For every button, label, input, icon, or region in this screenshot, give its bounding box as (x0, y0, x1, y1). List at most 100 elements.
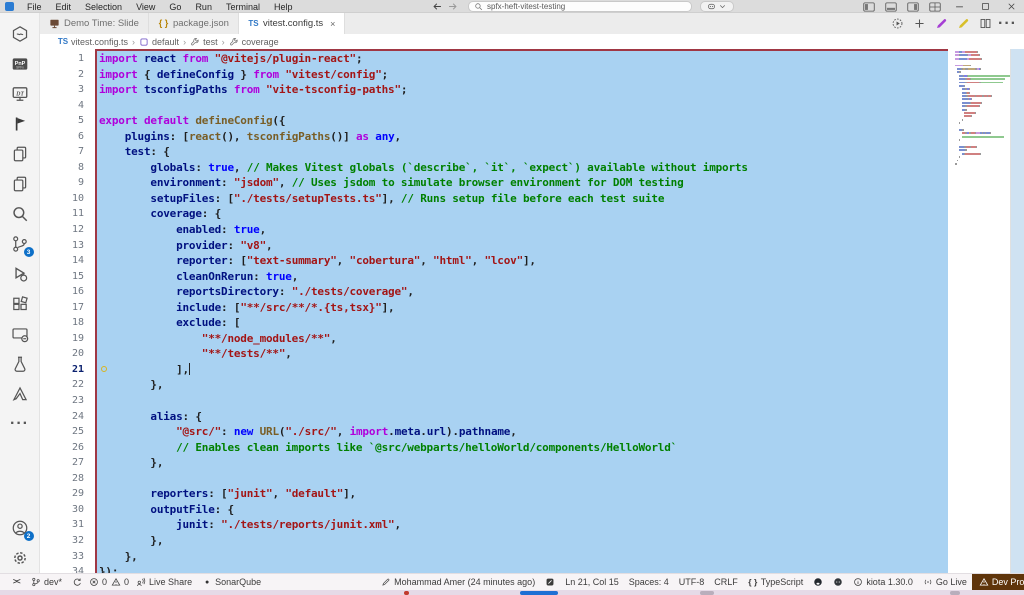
code-line-14[interactable]: reporter: ["text-summary", "cobertura", … (99, 253, 948, 269)
line-number[interactable]: 30 (40, 502, 95, 518)
activity-demo-time[interactable]: DT (4, 79, 36, 109)
tab-package-json[interactable]: { }package.json (149, 13, 239, 34)
line-number[interactable]: 9 (40, 175, 95, 191)
line-number[interactable]: 31 (40, 517, 95, 533)
status-live-share[interactable]: Live Share (131, 574, 197, 591)
code-line-34[interactable]: }); (99, 564, 948, 573)
activity-pnp-spfx[interactable]: PnPSPFx (4, 49, 36, 79)
status-indentation[interactable]: Spaces: 4 (624, 574, 674, 591)
activity-azure[interactable] (4, 379, 36, 409)
line-number[interactable]: 17 (40, 300, 95, 316)
editor-scrollbar[interactable] (1010, 49, 1024, 573)
code-line-23[interactable] (99, 393, 948, 409)
code-line-3[interactable]: import tsconfigPaths from "vite-tsconfig… (99, 82, 948, 98)
line-number[interactable]: 16 (40, 284, 95, 300)
code-line-8[interactable]: globals: true, // Makes Vitest globals (… (99, 160, 948, 176)
tab-close-icon[interactable]: × (330, 19, 335, 29)
code-line-10[interactable]: setupFiles: ["./tests/setupTests.ts"], /… (99, 191, 948, 207)
code-line-27[interactable]: }, (99, 455, 948, 471)
line-number[interactable]: 19 (40, 331, 95, 347)
line-number[interactable]: 7 (40, 144, 95, 160)
line-number[interactable]: 32 (40, 533, 95, 549)
code-line-9[interactable]: environment: "jsdom", // Uses jsdom to s… (99, 175, 948, 191)
line-number[interactable]: 24 (40, 409, 95, 425)
pen-tool-button[interactable] (935, 17, 948, 30)
close-button[interactable] (998, 0, 1024, 13)
command-center-search[interactable]: spfx-heft-vitest-testing (468, 1, 692, 12)
code-line-32[interactable]: }, (99, 533, 948, 549)
code-line-21[interactable]: ], (99, 362, 948, 378)
toggle-panel-icon[interactable] (885, 1, 897, 13)
tab-demo-time-slide[interactable]: Demo Time: Slide (40, 13, 149, 34)
editor[interactable]: 1234567891011121314151617181920212223242… (40, 49, 1024, 573)
breadcrumb-item-coverage[interactable]: coverage (229, 37, 279, 47)
status-encoding[interactable]: UTF-8 (674, 574, 710, 591)
line-number-gutter[interactable]: 1234567891011121314151617181920212223242… (40, 51, 95, 573)
code-line-25[interactable]: "@src/": new URL("./src/", import.meta.u… (99, 424, 948, 440)
status-errors[interactable]: 0 (87, 574, 109, 591)
menu-help[interactable]: Help (267, 0, 300, 13)
activity-teams-toolkit[interactable] (4, 19, 36, 49)
code-line-5[interactable]: export default defineConfig({ (99, 113, 948, 129)
code-line-1[interactable]: import react from "@vitejs/plugin-react"… (99, 51, 948, 67)
line-number[interactable]: 3 (40, 82, 95, 98)
code-line-15[interactable]: cleanOnRerun: true, (99, 269, 948, 285)
status-go-live[interactable]: Go Live (918, 574, 972, 591)
code-line-2[interactable]: import { defineConfig } from "vitest/con… (99, 67, 948, 83)
line-number[interactable]: 15 (40, 269, 95, 285)
menu-view[interactable]: View (129, 0, 162, 13)
status-sonarqube[interactable]: ●SonarQube (197, 574, 266, 591)
line-number[interactable]: 25 (40, 424, 95, 440)
code-line-4[interactable] (99, 98, 948, 114)
code-line-31[interactable]: junit: "./tests/reports/junit.xml", (99, 517, 948, 533)
code-line-24[interactable]: alias: { (99, 409, 948, 425)
status-copilot-status[interactable] (828, 574, 848, 591)
activity-settings[interactable] (4, 543, 36, 573)
code-line-22[interactable]: }, (99, 377, 948, 393)
status-eol[interactable]: CRLF (709, 574, 743, 591)
code-line-28[interactable] (99, 471, 948, 487)
line-number[interactable]: 18 (40, 315, 95, 331)
status-git-blame[interactable]: Mohammad Amer (24 minutes ago) (376, 574, 540, 591)
code-line-33[interactable]: }, (99, 549, 948, 565)
tab-vitest-config-ts[interactable]: TSvitest.config.ts× (239, 13, 345, 34)
status-remote-indicator[interactable]: >< (6, 574, 26, 591)
code-line-13[interactable]: provider: "v8", (99, 238, 948, 254)
line-number[interactable]: 29 (40, 486, 95, 502)
code-line-7[interactable]: test: { (99, 144, 948, 160)
code-line-18[interactable]: exclude: [ (99, 315, 948, 331)
add-slide-button[interactable] (913, 17, 926, 30)
line-number[interactable]: 4 (40, 98, 95, 114)
more-actions-button[interactable]: ··· (1001, 17, 1014, 30)
menu-edit[interactable]: Edit (49, 0, 79, 13)
code-line-12[interactable]: enabled: true, (99, 222, 948, 238)
menu-terminal[interactable]: Terminal (219, 0, 267, 13)
history-back-icon[interactable] (432, 1, 443, 12)
copilot-menu[interactable] (700, 1, 734, 12)
line-number[interactable]: 10 (40, 191, 95, 207)
menu-selection[interactable]: Selection (78, 0, 129, 13)
activity-accounts[interactable]: 2 (4, 513, 36, 543)
minimap[interactable] (955, 51, 1010, 573)
split-editor-button[interactable] (979, 17, 992, 30)
code-line-29[interactable]: reporters: ["junit", "default"], (99, 486, 948, 502)
line-number[interactable]: 33 (40, 549, 95, 565)
line-number[interactable]: 21 (40, 362, 95, 378)
activity-source-control[interactable]: 3 (4, 229, 36, 259)
status-language-mode[interactable]: { }TypeScript (743, 574, 809, 591)
line-number[interactable]: 6 (40, 129, 95, 145)
toggle-secondary-sidebar-icon[interactable] (907, 1, 919, 13)
line-number[interactable]: 27 (40, 455, 95, 471)
code-line-30[interactable]: outputFile: { (99, 502, 948, 518)
menu-go[interactable]: Go (162, 0, 188, 13)
maximize-button[interactable] (972, 0, 998, 13)
line-number[interactable]: 22 (40, 377, 95, 393)
code-line-19[interactable]: "**/node_modules/**", (99, 331, 948, 347)
line-number[interactable]: 14 (40, 253, 95, 269)
breadcrumb-item-default[interactable]: default (139, 37, 179, 47)
activity-more-views[interactable]: ··· (4, 409, 36, 439)
menu-run[interactable]: Run (188, 0, 219, 13)
activity-docs-pages[interactable] (4, 139, 36, 169)
line-number[interactable]: 5 (40, 113, 95, 129)
line-number[interactable]: 28 (40, 471, 95, 487)
